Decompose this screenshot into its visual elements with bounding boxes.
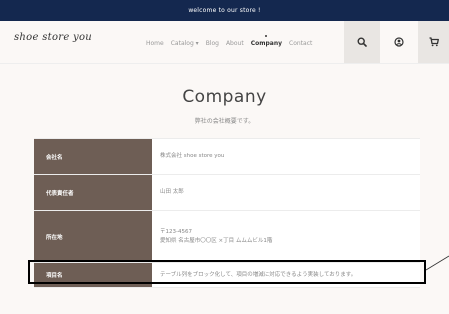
page-subtitle: 弊社の会社概要です。 [194, 118, 255, 125]
row-label: 代表責任者 [34, 175, 152, 210]
announcement-text: welcome to our store ! [188, 7, 261, 14]
row-label: 会社名 [34, 139, 152, 174]
row-value-line: 株式会社 shoe store you [160, 153, 225, 159]
search-button[interactable] [344, 21, 380, 63]
row-value: 山田 太郎 [152, 175, 420, 210]
main-nav: Home Catalog ▾ Blog About Company Contac… [146, 35, 312, 47]
page-title: Company [182, 87, 267, 107]
search-icon [357, 37, 367, 47]
cart-icon [429, 37, 439, 47]
nav-contact[interactable]: Contact [289, 40, 312, 47]
cart-button[interactable] [418, 21, 449, 63]
account-button[interactable] [381, 21, 417, 63]
nav-catalog[interactable]: Catalog ▾ [171, 40, 199, 47]
site-logo[interactable]: shoe store you [14, 32, 92, 43]
account-icon [394, 37, 404, 47]
row-value-line: 愛知県 名古屋市〇〇区 ×丁目 ムムムビル1階 [160, 237, 273, 244]
row-value-line: 山田 太郎 [160, 189, 184, 195]
nav-home[interactable]: Home [146, 40, 164, 47]
highlight-box [28, 260, 426, 284]
announcement-bar: welcome to our store ! [0, 0, 449, 21]
active-indicator [265, 35, 268, 37]
callout-line [425, 255, 449, 271]
nav-about[interactable]: About [226, 40, 244, 47]
table-row: 会社名 株式会社 shoe store you [34, 139, 420, 175]
row-value: 〒123-4567 愛知県 名古屋市〇〇区 ×丁目 ムムムビル1階 [152, 211, 420, 262]
nav-company-label: Company [250, 40, 283, 47]
table-row: 代表責任者 山田 太郎 [34, 175, 420, 211]
row-value: 株式会社 shoe store you [152, 139, 420, 174]
nav-company[interactable]: Company [250, 35, 283, 47]
nav-blog[interactable]: Blog [206, 40, 219, 47]
table-row: 所在地 〒123-4567 愛知県 名古屋市〇〇区 ×丁目 ムムムビル1階 [34, 211, 420, 263]
row-value-line: 〒123-4567 [160, 228, 192, 235]
row-label: 所在地 [34, 211, 152, 262]
